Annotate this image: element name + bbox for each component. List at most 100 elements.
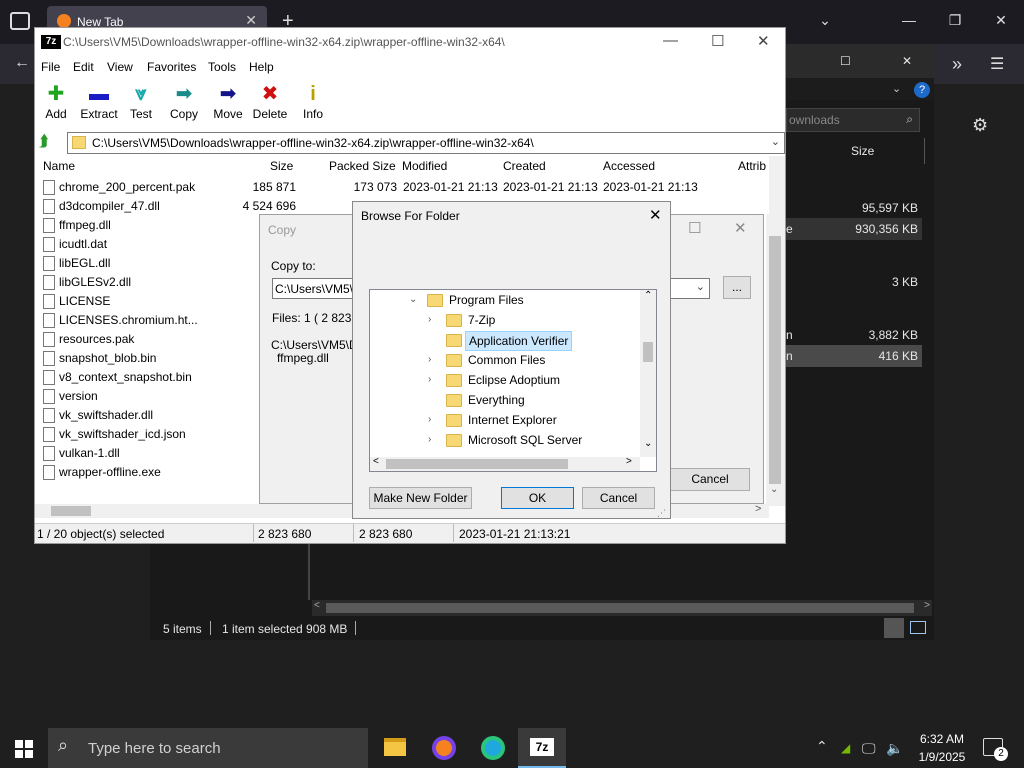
menu-tools[interactable]: Tools bbox=[208, 60, 236, 74]
parent-folder-icon[interactable]: ⮭ bbox=[39, 133, 48, 151]
file-row[interactable]: chrome_200_percent.pak 185 871 173 073 2023… bbox=[41, 178, 731, 197]
test-icon: ⩔ bbox=[135, 83, 147, 105]
tiles-view-icon[interactable] bbox=[910, 621, 926, 634]
list-tabs-icon[interactable]: ⌄ bbox=[802, 12, 848, 29]
copy-close-button[interactable]: ✕ bbox=[734, 219, 747, 237]
chevron-down-icon[interactable]: ⌄ bbox=[696, 280, 705, 293]
scroll-left-icon[interactable]: < bbox=[373, 456, 379, 467]
close-button[interactable]: ✕ bbox=[978, 12, 1024, 29]
scroll-down-icon[interactable]: ⌄ bbox=[644, 438, 652, 449]
notification-center-icon[interactable]: 2 bbox=[983, 738, 1008, 761]
7zip-maximize-button[interactable]: ☐ bbox=[711, 32, 724, 50]
folder-icon bbox=[446, 374, 462, 387]
info-button[interactable]: i Info bbox=[288, 80, 338, 128]
folder-icon bbox=[446, 394, 462, 407]
col-accessed[interactable]: Accessed bbox=[603, 159, 655, 173]
scroll-up-icon[interactable]: ⌃ bbox=[644, 290, 652, 301]
chevron-right-icon[interactable]: › bbox=[428, 314, 431, 325]
clock-date[interactable]: 1/9/2025 bbox=[916, 750, 968, 764]
browse-cancel-button[interactable]: Cancel bbox=[582, 487, 655, 509]
ribbon-collapse-icon[interactable]: ⌄ bbox=[892, 82, 901, 95]
explorer-col-size[interactable]: Size bbox=[851, 144, 874, 158]
vertical-scrollbar[interactable]: ⌄ bbox=[766, 214, 784, 504]
menu-help[interactable]: Help bbox=[249, 60, 274, 74]
back-icon[interactable]: ← bbox=[14, 54, 30, 72]
scrollbar-thumb[interactable] bbox=[51, 506, 91, 516]
scrollbar-thumb[interactable] bbox=[386, 459, 568, 469]
scrollbar-thumb[interactable] bbox=[769, 236, 781, 484]
col-modified[interactable]: Modified bbox=[402, 159, 447, 173]
copy-button[interactable]: ➡ Copy bbox=[159, 80, 209, 128]
copy-maximize-button[interactable]: ☐ bbox=[688, 219, 701, 237]
explorer-maximize-icon[interactable]: ☐ bbox=[840, 54, 851, 68]
scrollbar-thumb[interactable] bbox=[326, 603, 914, 613]
network-icon[interactable]: 🖵 bbox=[862, 740, 876, 757]
horizontal-scrollbar[interactable]: < > bbox=[312, 600, 932, 616]
minimize-button[interactable]: — bbox=[886, 12, 932, 28]
col-attrib[interactable]: Attrib bbox=[738, 159, 766, 173]
gear-icon[interactable]: ⚙ bbox=[972, 115, 988, 136]
scroll-left-icon[interactable]: < bbox=[314, 600, 320, 611]
7zip-address-bar[interactable]: C:\Users\VM5\Downloads\wrapper-offline-w… bbox=[67, 132, 785, 154]
extract-icon: ▬ bbox=[89, 83, 109, 105]
scroll-right-icon[interactable]: > bbox=[626, 456, 632, 467]
7zip-taskbar-button[interactable]: 7z bbox=[518, 728, 566, 768]
scroll-right-icon[interactable]: > bbox=[924, 600, 930, 611]
chevron-right-icon[interactable]: › bbox=[428, 414, 431, 425]
chevron-right-icon[interactable]: › bbox=[428, 374, 431, 385]
file-icon bbox=[43, 199, 55, 214]
menu-icon[interactable]: ☰ bbox=[990, 54, 1004, 74]
overflow-chevron-icon[interactable]: » bbox=[952, 54, 962, 75]
browse-path-button[interactable]: ... bbox=[723, 276, 751, 299]
menu-favorites[interactable]: Favorites bbox=[147, 60, 196, 74]
chevron-right-icon[interactable]: › bbox=[428, 354, 431, 365]
chevron-down-icon[interactable]: ⌄ bbox=[771, 135, 780, 148]
show-hidden-icons-icon[interactable]: ⌃ bbox=[816, 738, 828, 755]
col-created[interactable]: Created bbox=[503, 159, 546, 173]
file-created: 2023-01-21 21:13 bbox=[503, 180, 598, 194]
7zip-address-text: C:\Users\VM5\Downloads\wrapper-offline-w… bbox=[92, 136, 534, 150]
file-name: LICENSE bbox=[59, 294, 111, 308]
resize-grip-icon[interactable]: ⋰ bbox=[657, 508, 666, 519]
explorer-search-input[interactable]: ownloads ⌕ bbox=[786, 108, 920, 132]
details-view-icon[interactable] bbox=[884, 618, 904, 638]
ok-button[interactable]: OK bbox=[501, 487, 574, 509]
volume-muted-icon[interactable]: 🔈 bbox=[886, 740, 903, 757]
chevron-down-icon[interactable]: ⌄ bbox=[409, 294, 417, 305]
copy-cancel-button[interactable]: Cancel bbox=[670, 468, 750, 491]
help-icon[interactable]: ? bbox=[914, 82, 930, 98]
status-divider bbox=[453, 524, 454, 542]
scroll-right-icon[interactable]: > bbox=[755, 503, 761, 515]
7zip-close-button[interactable]: ✕ bbox=[757, 32, 770, 50]
file-explorer-icon[interactable] bbox=[384, 738, 406, 756]
tab-overview-icon[interactable] bbox=[10, 12, 30, 30]
tree-vscrollbar[interactable]: ⌃ ⌄ bbox=[640, 290, 656, 457]
firefox-icon[interactable] bbox=[432, 736, 456, 760]
menu-edit[interactable]: Edit bbox=[73, 60, 94, 74]
menu-file[interactable]: File bbox=[41, 60, 60, 74]
col-size[interactable]: Size bbox=[270, 159, 293, 173]
col-name[interactable]: Name bbox=[43, 159, 75, 173]
chevron-right-icon[interactable]: › bbox=[428, 434, 431, 445]
tree-node-label: Program Files bbox=[449, 293, 524, 307]
test-label: Test bbox=[129, 107, 152, 121]
explorer-close-icon[interactable]: ✕ bbox=[902, 54, 912, 68]
scrollbar-thumb[interactable] bbox=[643, 342, 653, 362]
tree-hscrollbar[interactable]: < > bbox=[370, 456, 640, 471]
nvidia-tray-icon[interactable]: ◢ bbox=[841, 741, 850, 755]
scroll-down-icon[interactable]: ⌄ bbox=[770, 484, 778, 495]
menu-view[interactable]: View bbox=[107, 60, 133, 74]
browse-close-button[interactable]: ✕ bbox=[649, 206, 662, 224]
col-packed-size[interactable]: Packed Size bbox=[329, 159, 396, 173]
windows-start-icon[interactable] bbox=[15, 740, 33, 758]
maximize-button[interactable]: ❐ bbox=[932, 12, 978, 29]
edge-icon[interactable] bbox=[481, 736, 505, 760]
nav-pane-divider[interactable] bbox=[308, 544, 310, 600]
make-new-folder-button[interactable]: Make New Folder bbox=[369, 487, 472, 509]
file-name: LICENSES.chromium.ht... bbox=[59, 313, 198, 327]
7zip-minimize-button[interactable]: — bbox=[663, 32, 678, 49]
clock-time[interactable]: 6:32 AM bbox=[916, 732, 968, 746]
taskbar-search-box[interactable]: ⌕ Type here to search bbox=[48, 728, 368, 768]
add-icon: ✚ bbox=[47, 83, 65, 105]
folder-tree[interactable]: ⌄ Program Files › 7-Zip Application Verifier… bbox=[369, 289, 657, 472]
